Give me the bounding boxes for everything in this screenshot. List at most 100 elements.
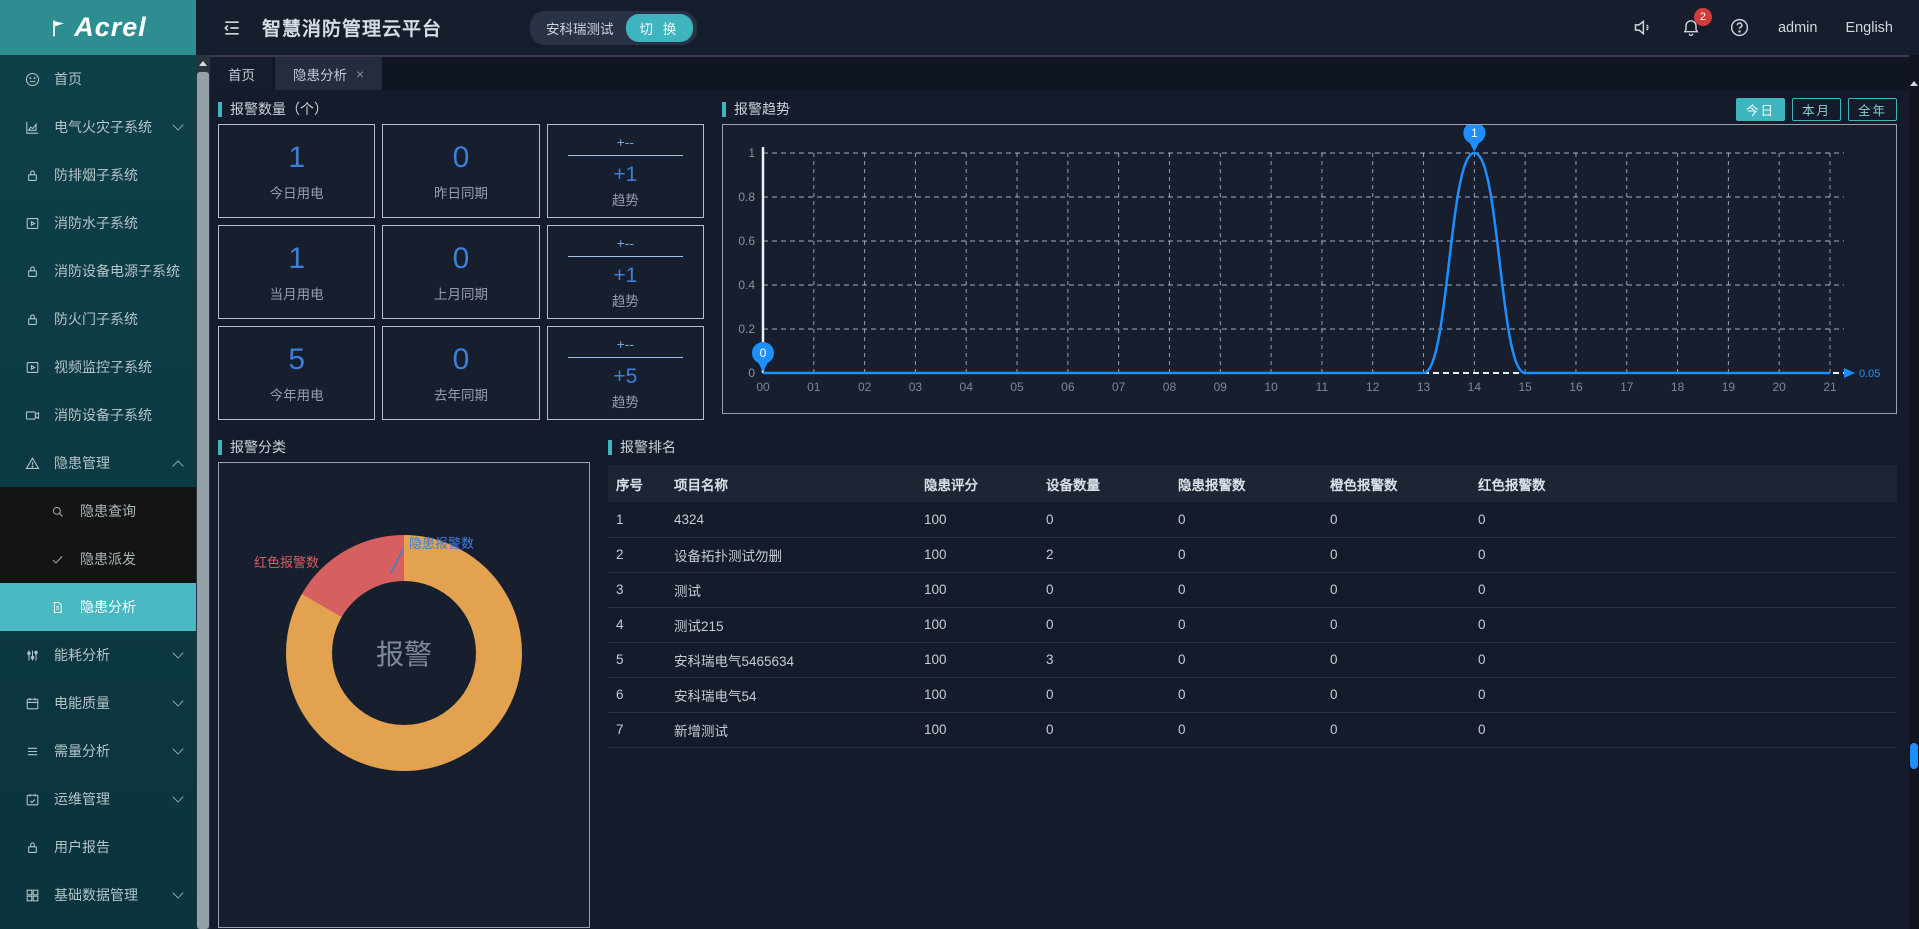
card-value: 5 (288, 343, 305, 377)
header: Acrel 智慧消防管理云平台 安科瑞测试 切 换 2 admin Englis… (0, 0, 1919, 55)
help-icon[interactable] (1729, 17, 1750, 38)
sidebar-item-需量分析[interactable]: 需量分析 (0, 727, 196, 775)
sidebar-scrollbar-thumb[interactable] (197, 72, 209, 929)
table-cell: 100 (916, 502, 1038, 537)
range-button-全年[interactable]: 全年 (1848, 98, 1897, 121)
search-icon (50, 504, 67, 519)
sidebar-item-视频监控子系统[interactable]: 视频监控子系统 (0, 343, 196, 391)
doc-icon (50, 600, 67, 615)
table-cell: 0 (1470, 572, 1897, 607)
sidebar-item-label: 用户报告 (54, 837, 110, 857)
sidebar-item-消防设备电源子系统[interactable]: 消防设备电源子系统 (0, 247, 196, 295)
table-row: 143241000000 (608, 502, 1897, 537)
svg-text:04: 04 (960, 380, 974, 394)
sidebar-item-隐患派发[interactable]: 隐患派发 (0, 535, 196, 583)
svg-text:17: 17 (1620, 380, 1634, 394)
sidebar-item-label: 运维管理 (54, 789, 110, 809)
card-numerator: +-- (617, 336, 635, 352)
language-switch[interactable]: English (1845, 20, 1893, 36)
tab-close-icon[interactable]: × (356, 66, 364, 82)
table-row: 4测试2151000000 (608, 607, 1897, 642)
alarm-trend-chart: 00.20.40.60.8100010203040506070809101112… (722, 124, 1897, 414)
svg-text:18: 18 (1671, 380, 1685, 394)
app-window: Acrel 智慧消防管理云平台 安科瑞测试 切 换 2 admin Englis… (0, 0, 1919, 929)
switch-project-button[interactable]: 切 换 (626, 14, 694, 42)
title-accent-bar (218, 102, 222, 117)
sidebar-item-基础数据管理[interactable]: 基础数据管理 (0, 871, 196, 919)
table-cell: 5 (608, 642, 666, 677)
main-scroll-up-icon[interactable] (1910, 81, 1918, 86)
warning-icon (24, 455, 41, 472)
chevron-down-icon (172, 887, 183, 898)
svg-text:06: 06 (1061, 380, 1075, 394)
sidebar-item-消防设备子系统[interactable]: 消防设备子系统 (0, 391, 196, 439)
sidebar-item-label: 消防水子系统 (54, 213, 138, 233)
card-value: 1 (288, 242, 305, 276)
card-label: 趋势 (612, 189, 639, 209)
tab-首页[interactable]: 首页 (210, 57, 273, 90)
table-cell: 0 (1322, 537, 1470, 572)
alarm-rank-panel: 报警排名 序号项目名称隐患评分设备数量隐患报警数橙色报警数红色报警数 14324… (608, 432, 1897, 928)
sidebar-item-运维管理[interactable]: 运维管理 (0, 775, 196, 823)
main-scrollbar-thumb[interactable] (1910, 743, 1918, 769)
svg-text:0.4: 0.4 (738, 278, 755, 292)
range-button-本月[interactable]: 本月 (1792, 98, 1841, 121)
sidebar-item-电气火灾子系统[interactable]: 电气火灾子系统 (0, 103, 196, 151)
speaker-icon[interactable] (1632, 17, 1653, 38)
sidebar-item-label: 隐患分析 (80, 597, 136, 617)
sidebar-item-用户报告[interactable]: 用户报告 (0, 823, 196, 871)
table-cell: 0 (1322, 642, 1470, 677)
tab-label: 隐患分析 (293, 64, 347, 84)
table-row: 2设备拓扑测试勿删1002000 (608, 537, 1897, 572)
table-cell: 6 (608, 677, 666, 712)
alarm-count-title: 报警数量（个） (218, 94, 704, 124)
table-cell: 2 (608, 537, 666, 572)
main-scrollbar[interactable] (1909, 55, 1919, 929)
sidebar-item-电能质量[interactable]: 电能质量 (0, 679, 196, 727)
tab-bar: 首页隐患分析 × (210, 57, 1909, 90)
svg-text:20: 20 (1773, 380, 1787, 394)
range-button-今日[interactable]: 今日 (1736, 98, 1785, 121)
project-name: 安科瑞测试 (546, 18, 614, 38)
alarm-trend-panel: 报警趋势 今日本月全年 00.20.40.60.8100010203040506… (722, 94, 1897, 420)
svg-text:0: 0 (748, 366, 755, 380)
sidebar-item-隐患管理[interactable]: 隐患管理 (0, 439, 196, 487)
card-divider (568, 357, 683, 358)
page-title: 智慧消防管理云平台 (262, 14, 442, 41)
table-cell: 0 (1170, 502, 1322, 537)
title-accent-bar (722, 102, 726, 117)
tab-隐患分析[interactable]: 隐患分析 × (275, 57, 382, 90)
list-icon (24, 743, 41, 760)
table-cell: 测试215 (666, 607, 916, 642)
svg-text:11: 11 (1316, 380, 1329, 394)
sidebar-item-防火门子系统[interactable]: 防火门子系统 (0, 295, 196, 343)
sidebar-item-能耗分析[interactable]: 能耗分析 (0, 631, 196, 679)
table-cell: 100 (916, 642, 1038, 677)
table-cell: 0 (1322, 677, 1470, 712)
sidebar-scrollbar[interactable] (196, 55, 210, 929)
table-cell: 0 (1170, 677, 1322, 712)
svg-text:03: 03 (909, 380, 923, 394)
svg-text:08: 08 (1163, 380, 1177, 394)
sidebar-collapse-icon[interactable] (222, 18, 242, 38)
sidebar-item-首页[interactable]: 首页 (0, 55, 196, 103)
donut-label-隐患报警数: 隐患报警数 (409, 536, 474, 551)
sidebar-item-label: 防排烟子系统 (54, 165, 138, 185)
svg-text:1: 1 (1471, 126, 1478, 140)
username-menu[interactable]: admin (1778, 20, 1818, 36)
calendar-check-icon (24, 791, 41, 808)
card-label: 趋势 (612, 391, 639, 411)
sidebar-item-隐患查询[interactable]: 隐患查询 (0, 487, 196, 535)
sidebar-scroll-up-icon[interactable] (199, 61, 207, 66)
sidebar-item-label: 隐患派发 (80, 549, 136, 569)
sidebar-item-消防水子系统[interactable]: 消防水子系统 (0, 199, 196, 247)
sidebar-item-label: 消防设备电源子系统 (54, 261, 180, 281)
sidebar-item-防排烟子系统[interactable]: 防排烟子系统 (0, 151, 196, 199)
table-cell: 7 (608, 712, 666, 747)
chart-icon (24, 119, 41, 136)
sidebar-item-隐患分析[interactable]: 隐患分析 (0, 583, 196, 631)
alarm-card-今年用电: 5今年用电 (218, 326, 375, 420)
notifications-bell-icon[interactable]: 2 (1681, 17, 1701, 38)
table-cell: 0 (1170, 607, 1322, 642)
svg-text:0: 0 (760, 346, 767, 360)
